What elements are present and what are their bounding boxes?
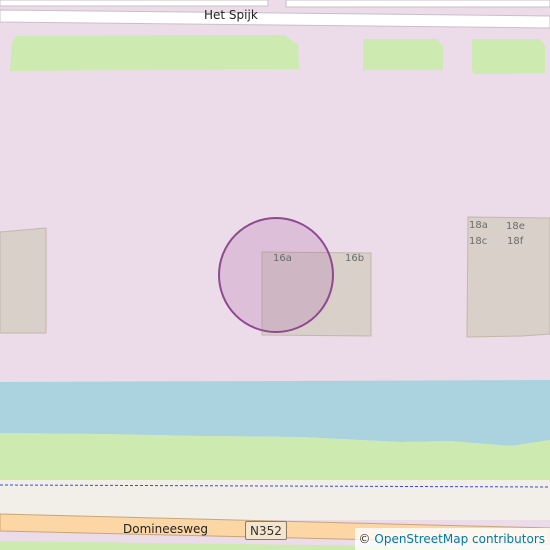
street-label-het-spijk: Het Spijk xyxy=(204,8,258,22)
road-shield-n352: N352 xyxy=(245,521,287,540)
street-label-domineesweg: Domineesweg xyxy=(123,522,209,536)
attribution-link[interactable]: OpenStreetMap contributors xyxy=(374,532,545,546)
house-number-18a: 18a xyxy=(469,220,488,231)
house-number-18e: 18e xyxy=(506,221,525,232)
grass-area-2 xyxy=(363,39,443,70)
grass-area-1 xyxy=(10,35,299,71)
grass-area-3 xyxy=(472,39,545,74)
house-number-16b: 16b xyxy=(345,253,365,264)
building-18 xyxy=(466,216,550,338)
map-attribution: © OpenStreetMap contributors xyxy=(354,528,550,550)
house-number-16a: 16a xyxy=(273,253,292,264)
building-left xyxy=(0,227,47,334)
house-number-18c: 18c xyxy=(469,236,488,247)
location-marker[interactable] xyxy=(218,217,334,333)
house-number-18f: 18f xyxy=(507,236,524,247)
copyright-symbol: © xyxy=(358,532,371,546)
map-viewport[interactable]: Het Spijk Domineesweg N352 16a 16b 18a 1… xyxy=(0,0,550,550)
map-canvas xyxy=(0,0,550,550)
